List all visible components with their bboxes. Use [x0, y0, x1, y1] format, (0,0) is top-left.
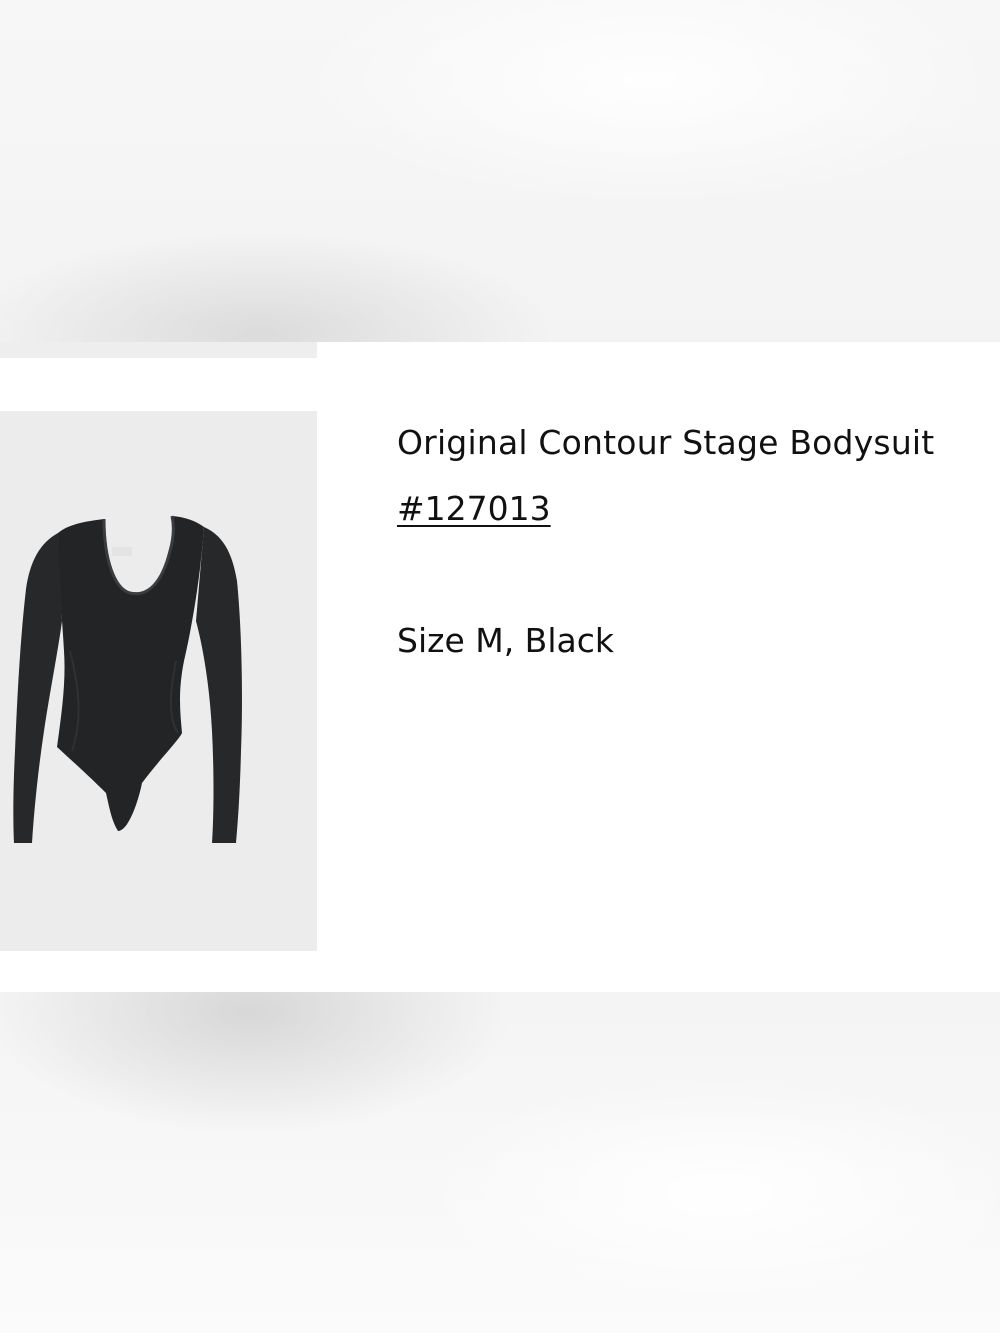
blurred-background-top [0, 0, 1000, 342]
brand-tag [112, 547, 132, 556]
bodysuit-left-sleeve [13, 533, 62, 843]
product-name: Original Contour Stage Bodysuit [397, 423, 935, 462]
blurred-background-bottom [0, 992, 1000, 1333]
bodysuit-body [57, 516, 204, 831]
order-number-link[interactable]: #127013 [397, 489, 551, 529]
product-image[interactable] [0, 411, 317, 951]
bodysuit-right-sleeve [196, 527, 242, 843]
order-item-card: Original Contour Stage Bodysuit #127013 … [0, 342, 1000, 992]
bodysuit-illustration [13, 515, 242, 843]
product-variant: Size M, Black [397, 621, 614, 660]
card-top-strip [0, 342, 317, 358]
